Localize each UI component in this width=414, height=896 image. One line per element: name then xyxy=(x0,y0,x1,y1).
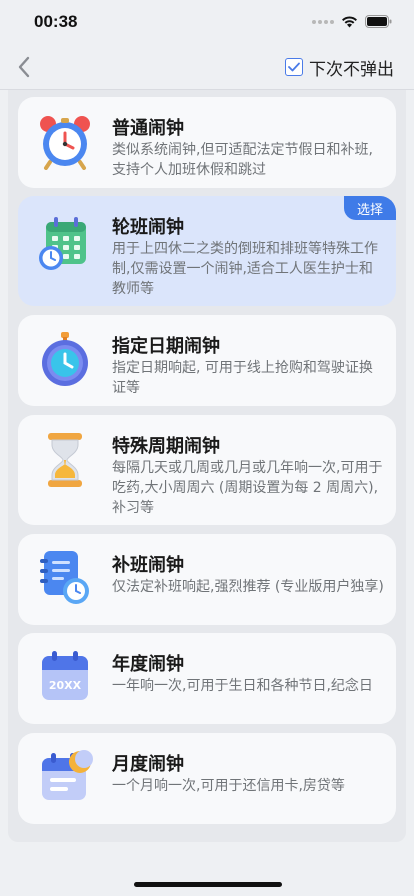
back-button[interactable] xyxy=(8,50,40,84)
wifi-icon xyxy=(342,15,357,27)
dont-show-checkbox[interactable] xyxy=(285,58,303,76)
card-description: 用于上四休二之类的倒班和排班等特殊工作制,仅需设置一个闹钟,适合工人医生护士和教… xyxy=(112,241,378,297)
alarm-type-card-normal[interactable]: 普通闹钟 类似系统闹钟,但可适配法定节假日和补班,支持个人加班休假和跳过 xyxy=(18,97,396,188)
card-title: 月度闹钟 xyxy=(112,754,184,775)
card-description: 类似系统闹钟,但可适配法定节假日和补班,支持个人加班休假和跳过 xyxy=(112,142,373,178)
home-indicator xyxy=(134,882,282,887)
alarm-type-card-special-cycle[interactable]: 特殊周期闹钟 每隔几天或几周或几月或几年响一次,可用于吃药,大小周周六 (周期设… xyxy=(18,415,396,525)
dont-show-again-toggle[interactable]: 下次不弹出 xyxy=(285,54,394,80)
card-title: 普通闹钟 xyxy=(112,118,184,139)
alarm-type-card-makeup-workday[interactable]: 补班闹钟 仅法定补班响起,强烈推荐 (专业版用户独享) xyxy=(18,534,396,625)
dont-show-label: 下次不弹出 xyxy=(309,59,394,80)
selected-badge: 选择 xyxy=(344,196,396,220)
cellular-dots-icon xyxy=(312,19,334,24)
alarm-type-card-monthly[interactable]: 月度闹钟 一个月响一次,可用于还信用卡,房贷等 xyxy=(18,733,396,824)
calendar-year-text: 20XX xyxy=(49,679,82,692)
card-description: 仅法定补班响起,强烈推荐 (专业版用户独享) xyxy=(112,579,384,595)
alarm-type-card-shift[interactable]: 选择 轮班闹钟 用于上四休二之类的倒班和排班等特殊工作制,仅需设置一个闹钟,适合… xyxy=(18,196,396,306)
card-title: 指定日期闹钟 xyxy=(112,336,220,357)
chevron-left-icon xyxy=(18,56,30,78)
alarm-type-card-yearly[interactable]: 20XX 年度闹钟 一年响一次,可用于生日和各种节日,纪念日 xyxy=(18,633,396,724)
battery-icon xyxy=(365,15,392,28)
hourglass-icon xyxy=(48,433,82,487)
card-description: 指定日期响起, 可用于线上抢购和驾驶证换证等 xyxy=(112,360,373,396)
year-calendar-icon: 20XX xyxy=(42,651,88,700)
card-title: 年度闹钟 xyxy=(112,654,184,675)
card-description: 每隔几天或几周或几月或几年响一次,可用于吃药,大小周周六 (周期设置为每 2 周… xyxy=(112,460,383,516)
stopwatch-icon xyxy=(42,332,88,386)
notebook-clock-icon xyxy=(40,551,89,604)
status-icons xyxy=(312,15,392,28)
status-bar: 00:38 xyxy=(0,0,414,44)
card-title: 轮班闹钟 xyxy=(112,217,184,238)
nav-bar: 下次不弹出 xyxy=(0,44,414,90)
alarm-clock-icon xyxy=(40,116,90,170)
calendar-clock-icon xyxy=(39,217,86,270)
alarm-type-card-specific-date[interactable]: 指定日期闹钟 指定日期响起, 可用于线上抢购和驾驶证换证等 xyxy=(18,315,396,406)
card-title: 补班闹钟 xyxy=(112,555,184,576)
card-description: 一个月响一次,可用于还信用卡,房贷等 xyxy=(112,778,345,794)
checkmark-icon xyxy=(288,62,300,72)
month-calendar-icon xyxy=(42,750,93,800)
card-title: 特殊周期闹钟 xyxy=(112,436,220,457)
card-description: 一年响一次,可用于生日和各种节日,纪念日 xyxy=(112,678,373,694)
status-time: 00:38 xyxy=(34,12,78,31)
